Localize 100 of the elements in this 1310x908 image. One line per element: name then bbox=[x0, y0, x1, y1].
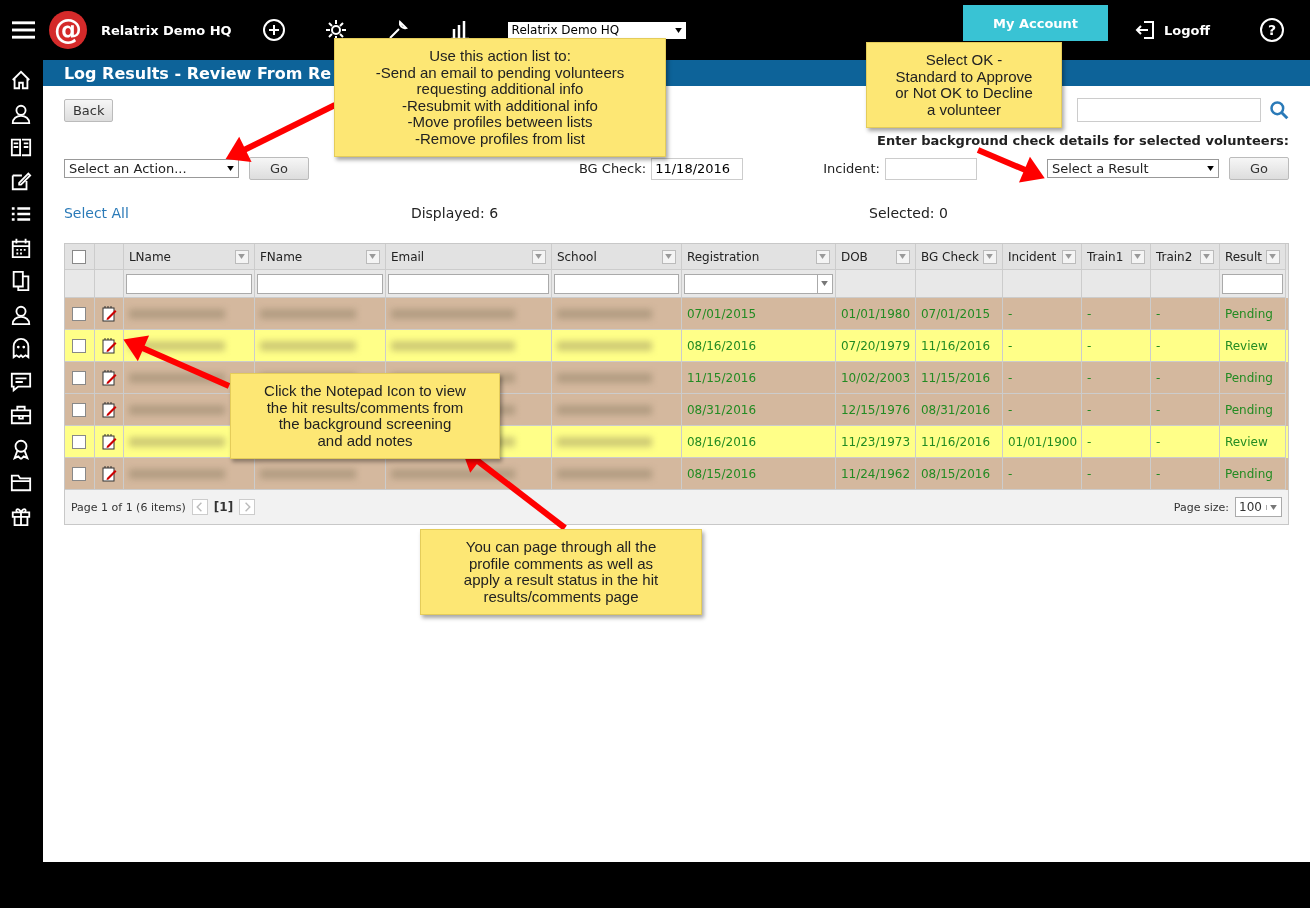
menu-icon[interactable] bbox=[12, 20, 35, 40]
person-icon[interactable] bbox=[10, 303, 33, 326]
next-page-button[interactable] bbox=[239, 499, 256, 515]
table-cell: 08/15/2016 bbox=[920, 466, 991, 481]
column-menu-button[interactable] bbox=[1061, 249, 1076, 264]
column-header[interactable]: School bbox=[556, 249, 597, 264]
table-cell: 08/16/2016 bbox=[686, 338, 757, 353]
caret-icon bbox=[535, 254, 543, 259]
search-icon[interactable] bbox=[1269, 100, 1289, 120]
action-select[interactable]: Select an Action... bbox=[63, 159, 239, 178]
arrow bbox=[976, 147, 1045, 183]
row-checkbox[interactable] bbox=[72, 402, 87, 417]
home-icon[interactable] bbox=[10, 69, 33, 91]
table-cell: - bbox=[1155, 434, 1161, 449]
column-menu-button[interactable] bbox=[895, 249, 910, 264]
search-field[interactable] bbox=[1077, 98, 1261, 122]
callout-tooltip: Select OK - Standard to Approve or Not OK to Decline a volunteer bbox=[866, 42, 1062, 128]
back-button[interactable]: Back bbox=[63, 98, 114, 122]
column-header[interactable]: FName bbox=[259, 249, 303, 264]
notepad-icon[interactable] bbox=[100, 465, 117, 482]
table-cell: 08/31/2016 bbox=[920, 402, 991, 417]
organization-select[interactable]: Relatrix Demo HQ bbox=[507, 21, 686, 39]
column-menu-button[interactable] bbox=[1199, 249, 1214, 264]
column-menu-button[interactable] bbox=[365, 249, 380, 264]
column-header[interactable]: Train1 bbox=[1086, 249, 1124, 264]
table-cell: 11/16/2016 bbox=[920, 434, 991, 449]
row-checkbox[interactable] bbox=[72, 338, 87, 353]
previous-page-button[interactable] bbox=[191, 499, 208, 515]
table-cell: 01/01/1980 bbox=[840, 306, 911, 321]
table-cell: - bbox=[1007, 466, 1013, 481]
page-size-select[interactable]: 100 bbox=[1235, 497, 1282, 517]
column-menu-button[interactable] bbox=[661, 249, 676, 264]
book-icon[interactable] bbox=[10, 136, 33, 158]
column-menu-button[interactable] bbox=[1265, 249, 1280, 264]
caret-icon bbox=[665, 254, 673, 259]
column-menu-button[interactable] bbox=[815, 249, 830, 264]
column-menu-button[interactable] bbox=[234, 249, 249, 264]
caret-icon bbox=[1207, 166, 1214, 171]
column-header[interactable]: Email bbox=[390, 249, 425, 264]
result-select[interactable]: Select a Result bbox=[1047, 159, 1219, 178]
add-icon[interactable] bbox=[261, 18, 286, 42]
table-cell: - bbox=[1007, 370, 1013, 385]
table-cell: 07/20/1979 bbox=[840, 338, 911, 353]
current-page[interactable]: [1] bbox=[213, 500, 234, 514]
notepad-icon[interactable] bbox=[100, 433, 117, 450]
callout-tooltip: Use this action list to: -Send an email to pending volunteers requesting additional info -Resubmit with additional info -Move profiles between lists -Remove profiles from list bbox=[334, 38, 666, 157]
row-checkbox[interactable] bbox=[72, 370, 87, 385]
table-cell: Review bbox=[1224, 338, 1268, 353]
help-button[interactable]: ? bbox=[1260, 18, 1284, 42]
caret-icon bbox=[369, 254, 377, 259]
column-menu-button[interactable] bbox=[982, 249, 997, 264]
table-cell: - bbox=[1086, 466, 1092, 481]
select-all-link[interactable]: Select All bbox=[63, 205, 129, 221]
table-cell: Pending bbox=[1224, 306, 1273, 321]
table-cell: 08/15/2016 bbox=[686, 466, 757, 481]
row-checkbox[interactable] bbox=[72, 306, 87, 321]
table-cell: - bbox=[1155, 306, 1161, 321]
column-header[interactable]: Result bbox=[1224, 249, 1262, 264]
go-button[interactable]: Go bbox=[1229, 157, 1289, 180]
filter-field[interactable] bbox=[1221, 273, 1283, 294]
table-cell: - bbox=[1086, 306, 1092, 321]
page-size-label: Page size: bbox=[1173, 500, 1229, 514]
table-cell: 01/01/1900 bbox=[1007, 434, 1078, 449]
bg-check-date-field[interactable]: 11/18/2016 bbox=[651, 157, 744, 180]
filter-field[interactable] bbox=[553, 273, 679, 294]
incident-field[interactable] bbox=[885, 157, 977, 180]
select-all-checkbox[interactable] bbox=[72, 249, 87, 264]
row-checkbox[interactable] bbox=[72, 466, 87, 481]
notepad-icon[interactable] bbox=[100, 305, 117, 322]
notepad-icon[interactable] bbox=[100, 337, 117, 354]
calendar-icon[interactable] bbox=[10, 236, 33, 259]
chat-icon[interactable] bbox=[10, 370, 33, 393]
column-header[interactable]: Train2 bbox=[1155, 249, 1193, 264]
displayed-count: Displayed: 6 bbox=[410, 205, 499, 221]
filter-dropdown[interactable] bbox=[683, 273, 833, 294]
column-header[interactable]: LName bbox=[128, 249, 171, 264]
row-checkbox[interactable] bbox=[72, 434, 87, 449]
person-icon[interactable] bbox=[10, 102, 33, 125]
column-header[interactable]: Incident bbox=[1007, 249, 1057, 264]
table-cell: 11/24/1962 bbox=[840, 466, 911, 481]
filter-field[interactable] bbox=[387, 273, 549, 294]
bg-check-label: BG Check: bbox=[578, 161, 647, 176]
logoff-button[interactable]: Logoff bbox=[1128, 17, 1216, 43]
caret-icon bbox=[1270, 504, 1278, 510]
table-cell: 10/02/2003 bbox=[840, 370, 911, 385]
caret-icon bbox=[1065, 254, 1073, 259]
filter-field[interactable] bbox=[256, 273, 383, 294]
filter-field[interactable] bbox=[125, 273, 252, 294]
notepad-icon[interactable] bbox=[100, 369, 117, 386]
column-menu-button[interactable] bbox=[531, 249, 546, 264]
table-cell: - bbox=[1086, 338, 1092, 353]
column-header[interactable]: Registration bbox=[686, 249, 760, 264]
column-header[interactable]: BG Check bbox=[920, 249, 979, 264]
notepad-icon[interactable] bbox=[100, 401, 117, 418]
column-header[interactable]: DOB bbox=[840, 249, 868, 264]
caret-icon bbox=[1203, 254, 1211, 259]
table-cell: - bbox=[1007, 402, 1013, 417]
briefcase-icon[interactable] bbox=[10, 404, 33, 426]
column-menu-button[interactable] bbox=[1130, 249, 1145, 264]
go-button[interactable]: Go bbox=[248, 157, 309, 180]
